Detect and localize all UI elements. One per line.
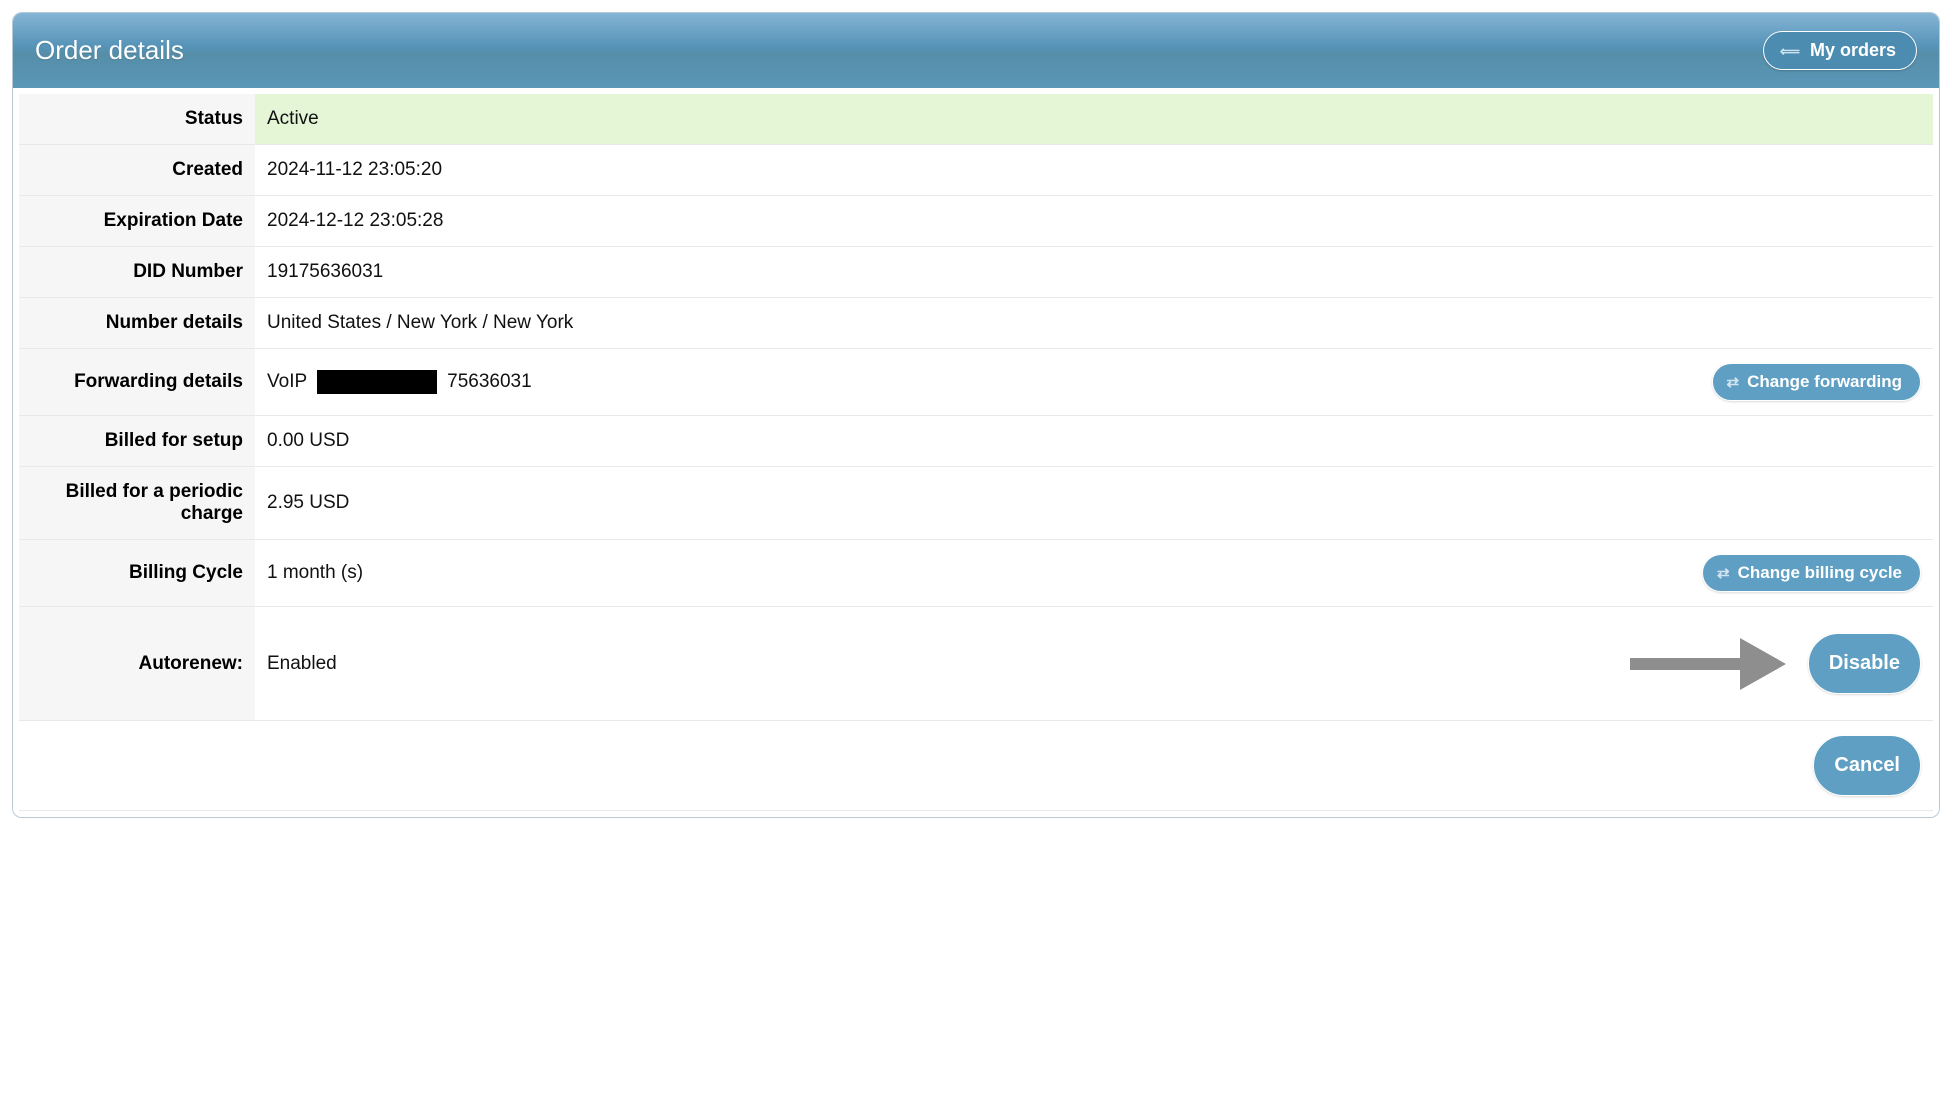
row-expiration: Expiration Date 2024-12-12 23:05:28 (19, 196, 1933, 247)
label-forwarding: Forwarding details (19, 349, 255, 416)
cell-billing-cycle: 1 month (s) ⇄ Change billing cycle (255, 540, 1933, 607)
value-forwarding: VoIP 75636031 (267, 370, 532, 394)
value-autorenew: Enabled (267, 653, 337, 675)
forwarding-suffix: 75636031 (447, 371, 532, 393)
row-forwarding: Forwarding details VoIP 75636031 ⇄ Chang… (19, 349, 1933, 416)
disable-autorenew-label: Disable (1829, 652, 1900, 675)
row-billing-cycle: Billing Cycle 1 month (s) ⇄ Change billi… (19, 540, 1933, 607)
row-footer: Cancel (19, 721, 1933, 811)
table-container: Status Active Created 2024-11-12 23:05:2… (13, 88, 1939, 817)
change-forwarding-button[interactable]: ⇄ Change forwarding (1712, 363, 1921, 401)
label-did: DID Number (19, 247, 255, 298)
value-expiration: 2024-12-12 23:05:28 (255, 196, 1933, 247)
value-billed-setup: 0.00 USD (255, 416, 1933, 467)
label-autorenew: Autorenew: (19, 607, 255, 721)
value-did: 19175636031 (255, 247, 1933, 298)
cell-autorenew: Enabled Disable (255, 607, 1933, 721)
label-billed-setup: Billed for setup (19, 416, 255, 467)
refresh-icon: ⇄ (1717, 566, 1730, 581)
label-number-details: Number details (19, 298, 255, 349)
label-created: Created (19, 145, 255, 196)
order-details-panel: Order details ⟸ My orders Status Active … (12, 12, 1940, 818)
value-status: Active (255, 94, 1933, 145)
details-table: Status Active Created 2024-11-12 23:05:2… (19, 94, 1933, 811)
redacted-block (317, 370, 437, 394)
value-billed-periodic: 2.95 USD (255, 467, 1933, 540)
change-billing-cycle-button[interactable]: ⇄ Change billing cycle (1702, 554, 1921, 592)
value-created: 2024-11-12 23:05:20 (255, 145, 1933, 196)
panel-title: Order details (35, 35, 184, 66)
value-number-details: United States / New York / New York (255, 298, 1933, 349)
forwarding-prefix: VoIP (267, 371, 307, 393)
label-billed-periodic: Billed for a periodic charge (19, 467, 255, 540)
cell-forwarding: VoIP 75636031 ⇄ Change forwarding (255, 349, 1933, 416)
row-autorenew: Autorenew: Enabled Disable (19, 607, 1933, 721)
row-did: DID Number 19175636031 (19, 247, 1933, 298)
panel-header: Order details ⟸ My orders (13, 13, 1939, 88)
change-billing-cycle-label: Change billing cycle (1738, 563, 1902, 583)
value-billing-cycle: 1 month (s) (267, 562, 363, 584)
row-status: Status Active (19, 94, 1933, 145)
change-forwarding-label: Change forwarding (1747, 372, 1902, 392)
refresh-icon: ⇄ (1727, 375, 1740, 390)
my-orders-label: My orders (1810, 40, 1896, 61)
row-billed-setup: Billed for setup 0.00 USD (19, 416, 1933, 467)
cancel-label: Cancel (1834, 754, 1900, 777)
label-expiration: Expiration Date (19, 196, 255, 247)
back-arrow-icon: ⟸ (1780, 44, 1800, 58)
disable-autorenew-button[interactable]: Disable (1808, 633, 1921, 694)
arrow-annotation (1630, 643, 1790, 685)
cancel-button[interactable]: Cancel (1813, 735, 1921, 796)
row-number-details: Number details United States / New York … (19, 298, 1933, 349)
my-orders-button[interactable]: ⟸ My orders (1763, 31, 1917, 70)
row-billed-periodic: Billed for a periodic charge 2.95 USD (19, 467, 1933, 540)
label-status: Status (19, 94, 255, 145)
label-billing-cycle: Billing Cycle (19, 540, 255, 607)
row-created: Created 2024-11-12 23:05:20 (19, 145, 1933, 196)
